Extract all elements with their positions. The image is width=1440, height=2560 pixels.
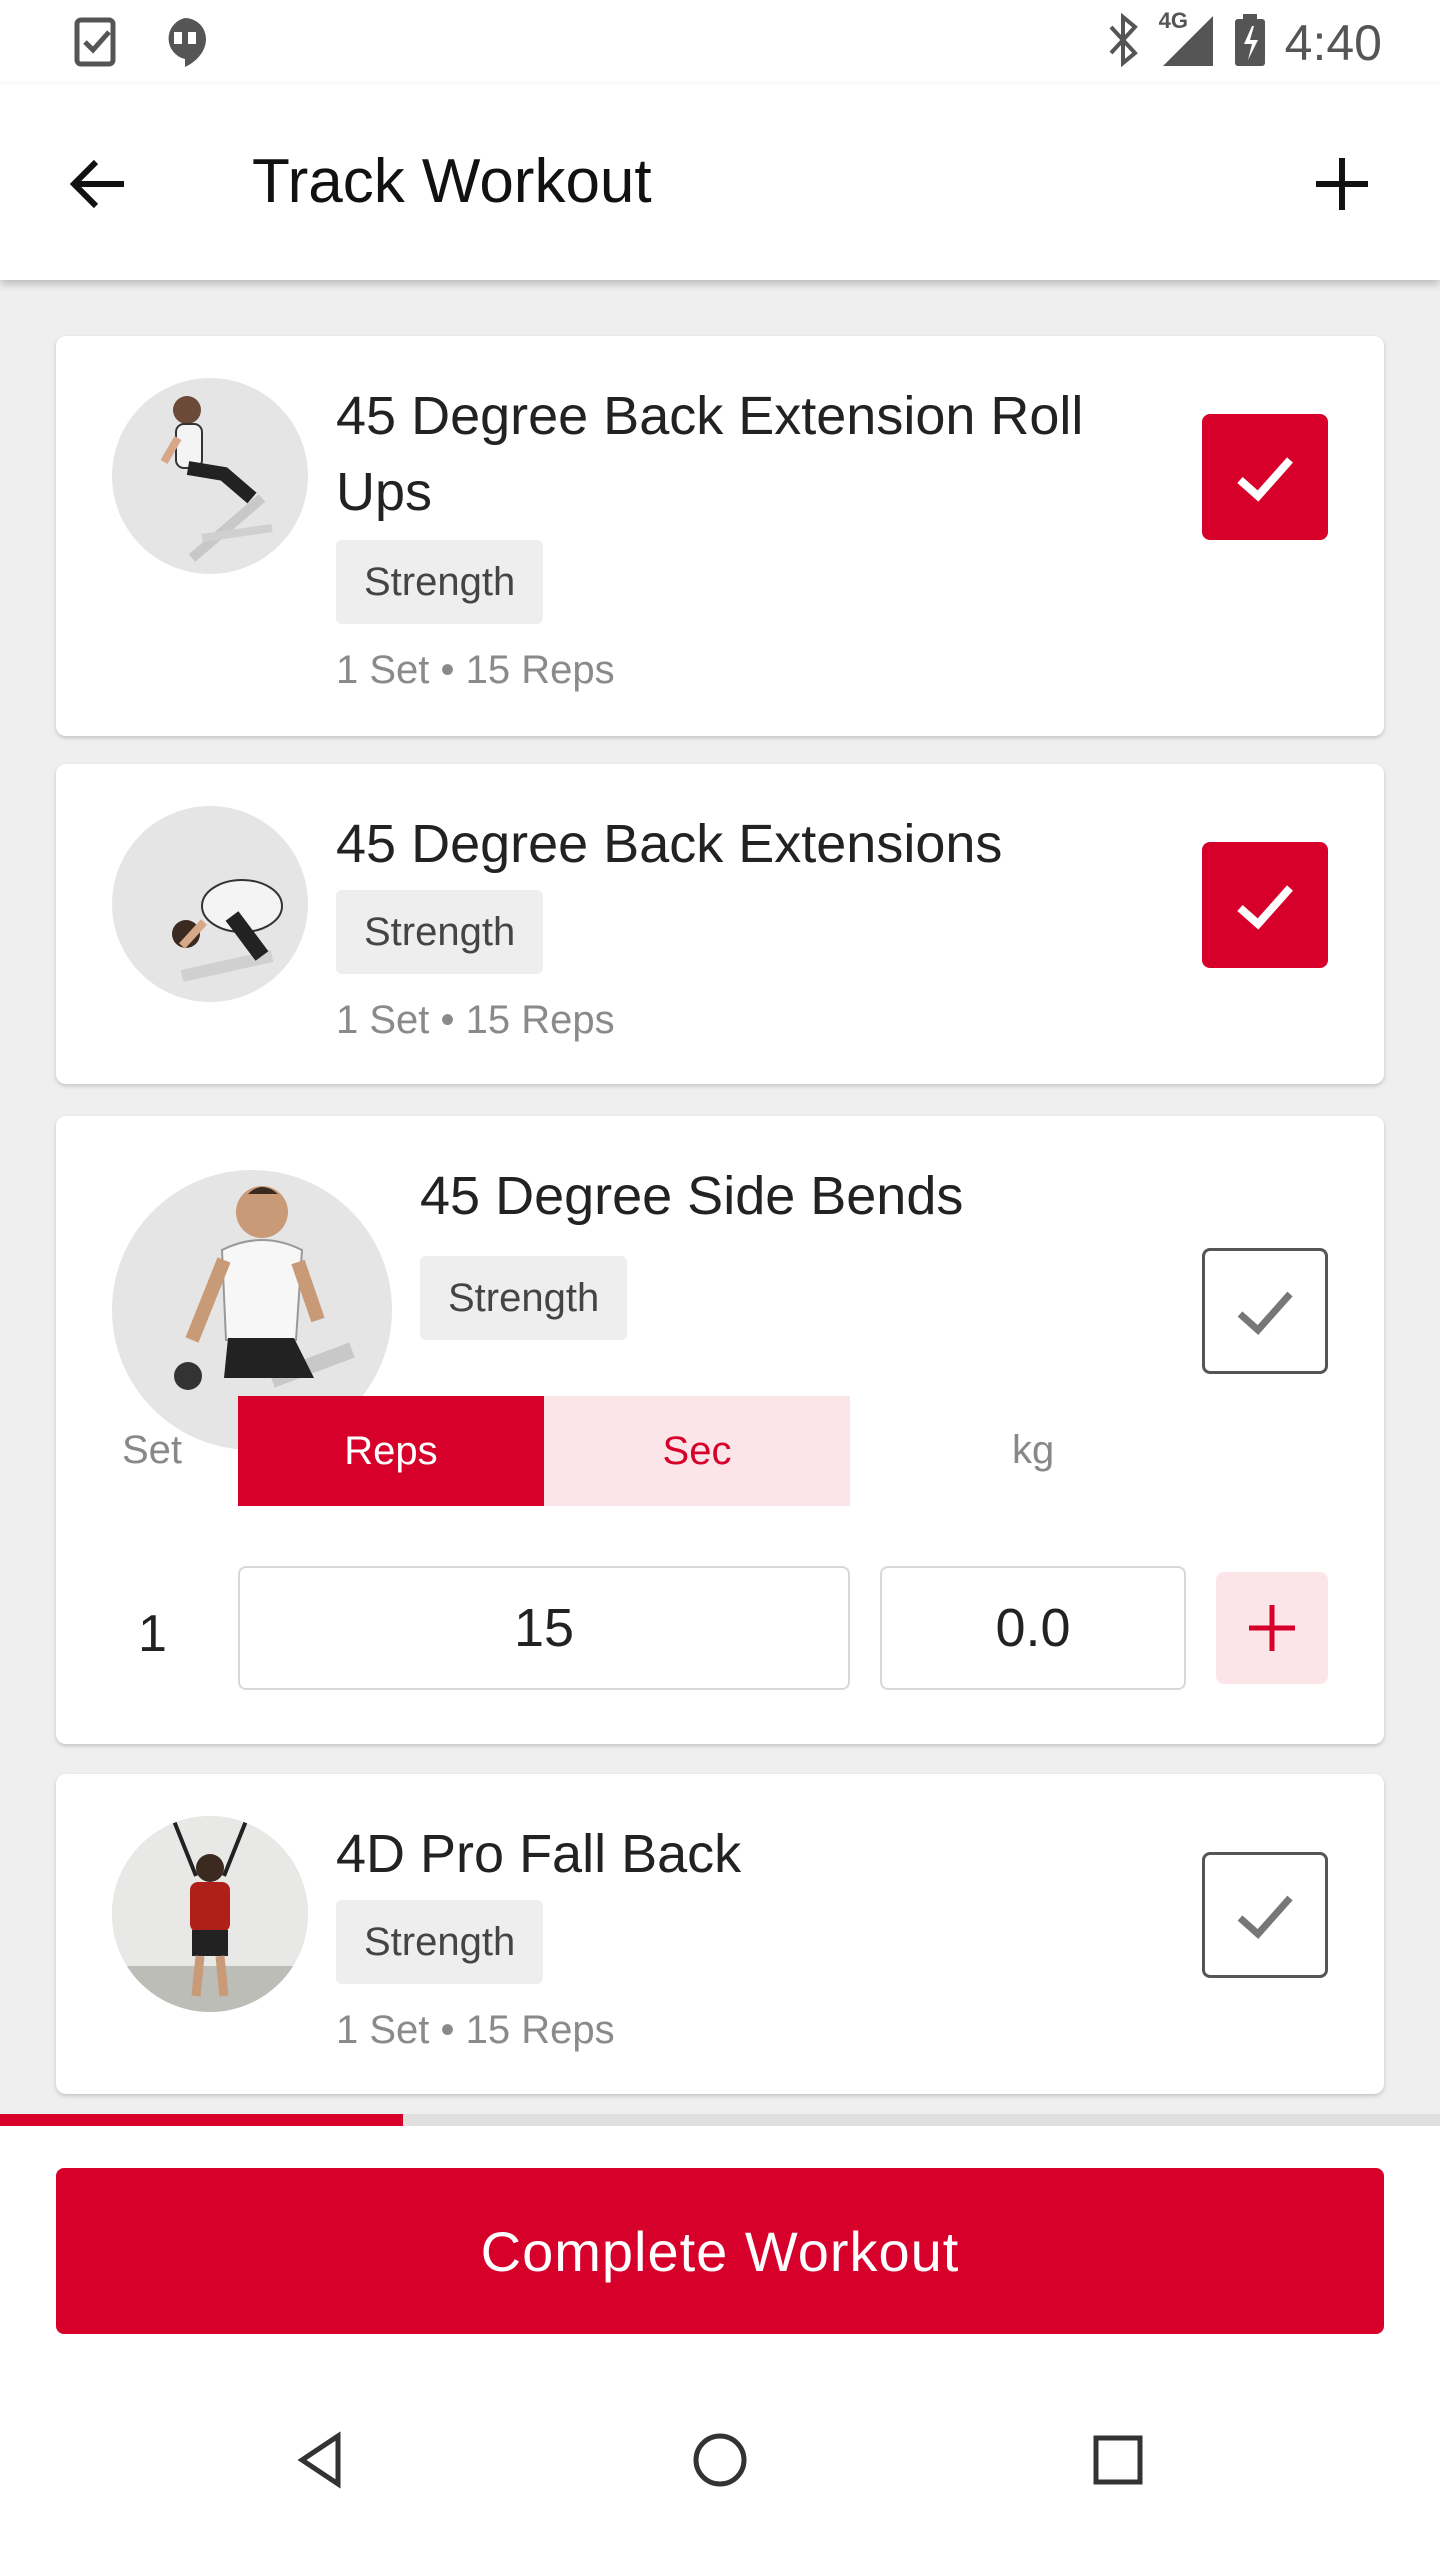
workout-progress-fill xyxy=(0,2114,404,2126)
exercise-title: 45 Degree Side Bends xyxy=(420,1166,964,1226)
exercise-card[interactable]: 45 Degree Back Extensions Strength 1 Set… xyxy=(56,764,1384,1084)
recents-square-icon xyxy=(1093,2435,1143,2485)
complete-workout-button[interactable]: Complete Workout xyxy=(56,2168,1384,2334)
exercise-list[interactable]: 45 Degree Back Extension Roll Ups Streng… xyxy=(0,280,1440,2114)
set-number: 1 xyxy=(138,1605,167,1663)
checkmark-icon xyxy=(1237,1895,1293,1939)
add-set-button[interactable] xyxy=(1216,1572,1328,1684)
back-button[interactable] xyxy=(58,144,138,224)
status-time: 4:40 xyxy=(1284,14,1382,71)
bluetooth-icon xyxy=(1105,12,1141,72)
network-label: 4G xyxy=(1158,8,1189,33)
reps-input[interactable]: 15 xyxy=(238,1566,850,1690)
reps-toggle-button[interactable]: Reps xyxy=(238,1396,544,1506)
arrow-back-icon xyxy=(69,159,124,209)
checkmark-icon xyxy=(1237,1291,1293,1335)
complete-checkbox[interactable] xyxy=(1202,414,1328,540)
home-circle-icon xyxy=(693,2433,747,2487)
exercise-title: 45 Degree Back Extensions xyxy=(336,814,1003,874)
back-triangle-icon xyxy=(297,2431,341,2489)
exercise-thumbnail xyxy=(112,1816,308,2012)
kg-input[interactable]: 0.0 xyxy=(880,1566,1186,1690)
complete-checkbox[interactable] xyxy=(1202,1248,1328,1374)
task-icon xyxy=(72,14,120,75)
hangouts-icon xyxy=(160,14,210,75)
exercise-card-expanded[interactable]: 45 Degree Side Bends Strength Set Reps S… xyxy=(56,1116,1384,1744)
plus-icon xyxy=(1316,158,1368,210)
reps-sec-toggle: Reps Sec xyxy=(238,1396,850,1506)
checkmark-icon xyxy=(1237,885,1293,930)
nav-recents-button[interactable] xyxy=(1068,2410,1168,2510)
exercise-thumbnail xyxy=(112,378,308,574)
complete-checkbox[interactable] xyxy=(1202,842,1328,968)
battery-charging-icon xyxy=(1233,12,1267,73)
exercise-thumbnail xyxy=(112,806,308,1002)
exercise-summary: 1 Set • 15 Reps xyxy=(336,648,615,692)
system-nav-bar xyxy=(0,2360,1440,2560)
nav-home-button[interactable] xyxy=(670,2410,770,2510)
status-bar: 4G 4:40 xyxy=(0,0,1440,84)
sec-toggle-button[interactable]: Sec xyxy=(544,1396,850,1506)
checkmark-icon xyxy=(1237,457,1293,502)
nav-back-button[interactable] xyxy=(270,2410,370,2510)
category-chip: Strength xyxy=(420,1256,628,1340)
category-chip: Strength xyxy=(336,890,544,974)
category-chip: Strength xyxy=(336,540,544,624)
set-column-header: Set xyxy=(122,1428,183,1472)
plus-icon xyxy=(1249,1605,1295,1651)
bottom-action-area: Complete Workout xyxy=(0,2126,1440,2360)
exercise-card[interactable]: 45 Degree Back Extension Roll Ups Streng… xyxy=(56,336,1384,736)
page-title: Track Workout xyxy=(252,147,652,216)
signal-icon: 4G xyxy=(1159,8,1215,73)
workout-progress-bar xyxy=(0,2114,1440,2126)
kg-column-header: kg xyxy=(1012,1428,1055,1472)
exercise-card[interactable]: 4D Pro Fall Back Strength 1 Set • 15 Rep… xyxy=(56,1774,1384,2094)
exercise-summary: 1 Set • 15 Reps xyxy=(336,998,615,1042)
category-chip: Strength xyxy=(336,1900,544,1984)
add-exercise-button[interactable] xyxy=(1302,144,1382,224)
exercise-title: 4D Pro Fall Back xyxy=(336,1824,742,1884)
complete-checkbox[interactable] xyxy=(1202,1852,1328,1978)
exercise-summary: 1 Set • 15 Reps xyxy=(336,2008,615,2052)
app-bar: Track Workout xyxy=(0,84,1440,280)
exercise-title: 45 Degree Back Extension Roll Ups xyxy=(336,386,1084,522)
